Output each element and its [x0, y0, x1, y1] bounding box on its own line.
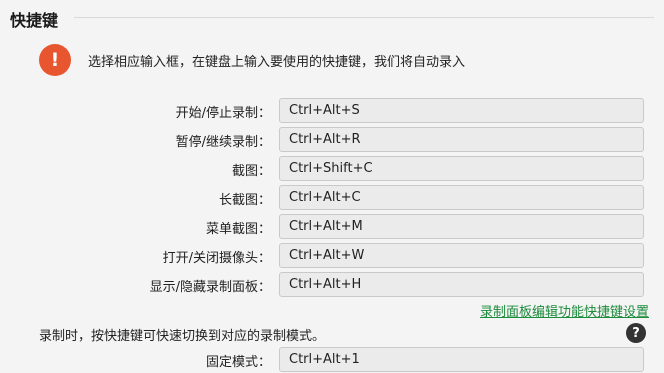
section-divider [74, 17, 654, 18]
shortcut-label: 打开/关闭摄像头： [162, 251, 271, 266]
panel-shortcut-settings-link[interactable]: 录制面板编辑功能快捷键设置 [480, 301, 649, 320]
shortcut-row-long-screenshot: 长截图： [0, 185, 664, 211]
section-title: 快捷键 [10, 11, 59, 30]
shortcut-label: 开始/停止录制： [175, 106, 271, 121]
shortcut-row-start-stop: 开始/停止录制： [0, 98, 664, 124]
shortcut-label: 固定模式： [205, 355, 271, 370]
shortcut-input-screenshot[interactable] [279, 156, 644, 181]
shortcut-row-pause-resume: 暂停/继续录制： [0, 127, 664, 153]
shortcut-row-screenshot: 截图： [0, 156, 664, 182]
shortcut-label: 菜单截图： [205, 222, 271, 237]
warning-icon: ! [39, 44, 71, 76]
shortcut-row-fixed-mode: 固定模式： [0, 347, 664, 373]
shortcut-input-start-stop[interactable] [279, 98, 644, 123]
shortcut-row-menu-screenshot: 菜单截图： [0, 214, 664, 240]
shortcut-input-panel[interactable] [279, 272, 644, 297]
shortcut-input-long-screenshot[interactable] [279, 185, 644, 210]
mode-description: 录制时，按快捷键可快速切换到对应的录制模式。 [39, 329, 326, 344]
shortcut-input-pause-resume[interactable] [279, 127, 644, 152]
shortcut-label: 暂停/继续录制： [175, 135, 271, 150]
shortcut-label: 长截图： [218, 193, 271, 208]
shortcut-label: 截图： [231, 164, 271, 179]
info-text: 选择相应输入框，在键盘上输入要使用的快捷键，我们将自动录入 [88, 55, 466, 70]
shortcut-input-fixed-mode[interactable] [279, 347, 644, 372]
shortcut-input-menu-screenshot[interactable] [279, 214, 644, 239]
shortcut-label: 显示/隐藏录制面板： [149, 280, 271, 295]
shortcut-row-panel: 显示/隐藏录制面板： [0, 272, 664, 298]
shortcut-input-camera[interactable] [279, 243, 644, 268]
help-icon[interactable]: ? [626, 323, 646, 343]
shortcut-row-camera: 打开/关闭摄像头： [0, 243, 664, 269]
